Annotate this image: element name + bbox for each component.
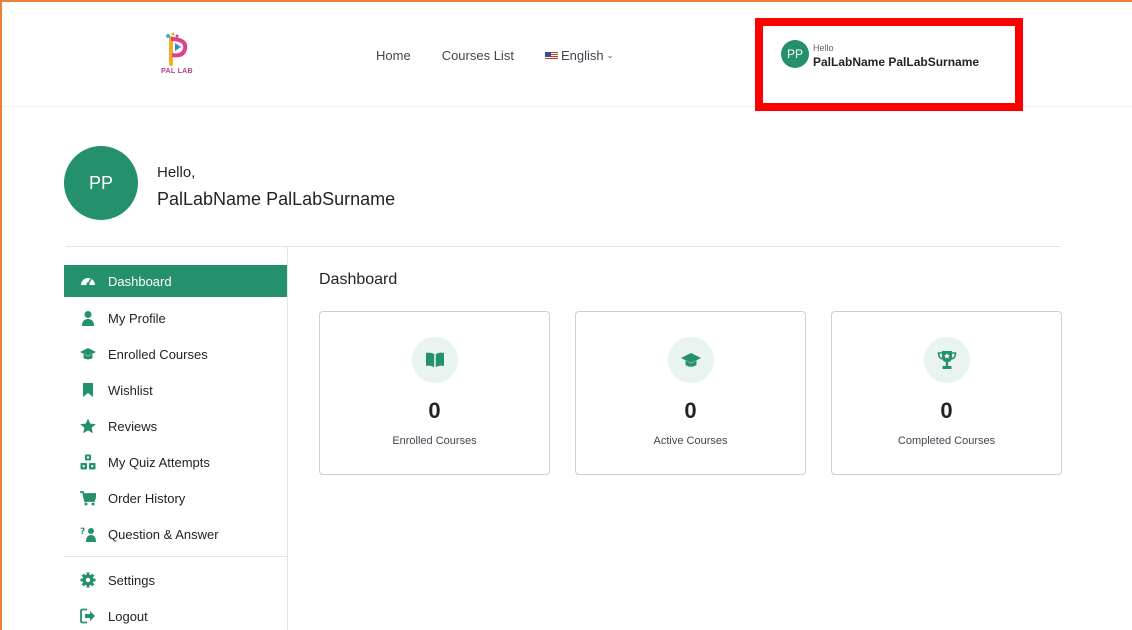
sidebar-item-label: Question & Answer	[108, 526, 219, 542]
sidebar-item-label: My Quiz Attempts	[108, 454, 210, 470]
logout-icon	[80, 608, 95, 624]
svg-text:?: ?	[80, 527, 85, 537]
user-avatar-large: PP	[64, 146, 138, 220]
profile-name: PalLabName PalLabSurname	[157, 189, 396, 209]
user-icon	[82, 311, 94, 326]
dashboard-sidebar: Dashboard My Profile Enrolled Courses Wi…	[64, 265, 287, 630]
book-icon	[426, 352, 444, 367]
sidebar-item-label: Enrolled Courses	[108, 346, 208, 362]
sidebar-item-label: My Profile	[108, 310, 166, 326]
cart-icon	[80, 491, 96, 506]
star-icon	[80, 418, 96, 434]
site-header: PAL LAB Home Courses List English ⌄ PP H…	[2, 2, 1132, 111]
main-nav: Home Courses List English ⌄	[376, 48, 644, 63]
sidebar-item-logout[interactable]: Logout	[64, 598, 287, 630]
language-selector[interactable]: English ⌄	[544, 48, 614, 63]
us-flag-icon	[544, 51, 558, 60]
sidebar-item-reviews[interactable]: Reviews	[64, 408, 287, 444]
stat-card-completed-courses: 0 Completed Courses	[831, 311, 1062, 475]
stat-value: 0	[940, 398, 953, 423]
page-title: Dashboard	[319, 271, 398, 288]
card-icon-wrapper	[668, 337, 714, 383]
stat-label: Completed Courses	[897, 435, 996, 447]
sidebar-item-settings[interactable]: Settings	[64, 562, 287, 598]
nav-courses-list[interactable]: Courses List	[442, 48, 514, 63]
nav-home[interactable]: Home	[376, 48, 411, 63]
sidebar-divider	[287, 247, 288, 630]
divider	[66, 246, 1061, 247]
sidebar-item-dashboard[interactable]: Dashboard	[64, 265, 287, 297]
stat-card-enrolled-courses: 0 Enrolled Courses	[319, 311, 550, 475]
stat-label: Enrolled Courses	[392, 435, 477, 447]
sidebar-item-my-quiz-attempts[interactable]: My Quiz Attempts	[64, 444, 287, 480]
sidebar-item-label: Dashboard	[108, 273, 172, 289]
bookmark-icon	[83, 383, 93, 397]
sidebar-item-label: Settings	[108, 572, 155, 588]
graduation-cap-icon	[80, 348, 96, 360]
card-icon-wrapper	[924, 337, 970, 383]
sidebar-item-enrolled-courses[interactable]: Enrolled Courses	[64, 336, 287, 372]
sidebar-separator	[64, 556, 287, 557]
stat-value: 0	[684, 398, 697, 423]
user-avatar-small[interactable]: PP	[781, 40, 809, 68]
quiz-icon	[80, 454, 96, 470]
sidebar-item-order-history[interactable]: Order History	[64, 480, 287, 516]
card-icon-wrapper	[412, 337, 458, 383]
trophy-icon	[937, 351, 957, 369]
chevron-down-icon: ⌄	[606, 51, 614, 60]
sidebar-item-wishlist[interactable]: Wishlist	[64, 372, 287, 408]
user-menu-highlight[interactable]: PP Hello PalLabName PalLabSurname	[755, 18, 1023, 111]
sidebar-item-label: Order History	[108, 490, 186, 506]
gear-icon	[80, 572, 96, 588]
logo-icon	[166, 32, 188, 66]
sidebar-item-label: Logout	[108, 608, 148, 624]
graduation-cap-icon	[681, 353, 701, 367]
sidebar-item-label: Reviews	[108, 418, 158, 434]
stat-label: Active Courses	[653, 435, 728, 447]
user-greeting-small: Hello	[813, 43, 834, 53]
stat-card-active-courses: 0 Active Courses	[575, 311, 806, 475]
sidebar-item-label: Wishlist	[108, 382, 153, 398]
sidebar-item-my-profile[interactable]: My Profile	[64, 300, 287, 336]
user-name-small[interactable]: PalLabName PalLabSurname	[813, 55, 979, 69]
language-label: English	[560, 48, 604, 63]
profile-greeting: Hello,	[157, 164, 196, 181]
dashboard-icon	[81, 278, 95, 286]
stat-value: 0	[428, 398, 441, 423]
logo-text: PAL LAB	[161, 68, 193, 75]
pal-lab-logo[interactable]: PAL LAB	[157, 30, 197, 78]
question-answer-icon: ?	[80, 527, 96, 542]
sidebar-item-question-answer[interactable]: ? Question & Answer	[64, 516, 287, 552]
